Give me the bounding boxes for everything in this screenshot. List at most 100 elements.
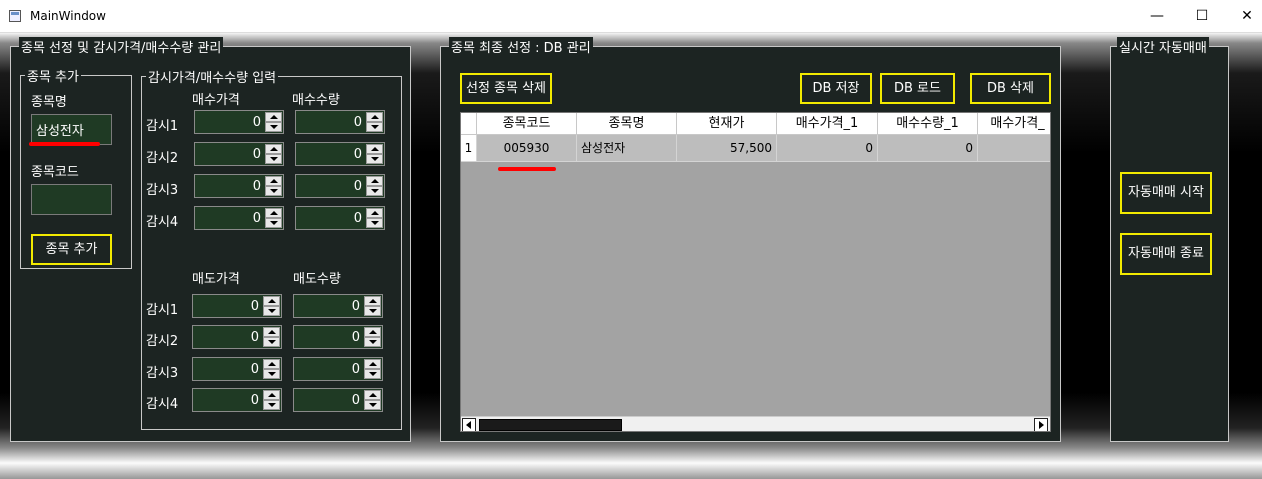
- db-load-button[interactable]: DB 로드: [880, 73, 955, 104]
- spin-up-icon[interactable]: [366, 176, 383, 186]
- cell-buy-price-1[interactable]: 0: [777, 135, 878, 162]
- buy-qty-spinbox[interactable]: 0: [295, 206, 385, 230]
- spin-down-icon[interactable]: [364, 306, 381, 316]
- spin-down-icon[interactable]: [265, 122, 282, 132]
- buy-price-spinbox[interactable]: 0: [194, 142, 284, 166]
- cell-code[interactable]: 005930: [477, 135, 577, 162]
- spinbox-value: 0: [353, 115, 362, 130]
- spin-up-icon[interactable]: [364, 359, 381, 369]
- table-header-buy-qty-1[interactable]: 매수수량_1: [878, 113, 978, 135]
- spin-down-icon[interactable]: [366, 122, 383, 132]
- spin-up-icon[interactable]: [265, 208, 282, 218]
- cell-name[interactable]: 삼성전자: [577, 135, 677, 162]
- spin-up-icon[interactable]: [364, 327, 381, 337]
- spin-up-icon[interactable]: [263, 390, 280, 400]
- cell-price[interactable]: 57,500: [677, 135, 777, 162]
- cell-buy-qty-1[interactable]: 0: [878, 135, 978, 162]
- row-index[interactable]: 1: [461, 135, 477, 162]
- spinbox-value: 0: [353, 179, 362, 194]
- spin-up-icon[interactable]: [265, 112, 282, 122]
- cell-buy-price-next[interactable]: [978, 135, 1050, 162]
- spin-down-icon[interactable]: [263, 337, 280, 347]
- delete-selected-stock-button[interactable]: 선정 종목 삭제: [460, 73, 552, 104]
- watch-label: 감시2: [146, 334, 179, 349]
- stock-name-label: 종목명: [31, 95, 67, 110]
- spin-down-icon[interactable]: [364, 337, 381, 347]
- price-qty-group-title: 감시가격/매수수량 입력: [146, 67, 279, 86]
- minimize-icon[interactable]: —: [1134, 0, 1180, 32]
- spinbox-value: 0: [351, 362, 360, 377]
- table-header-price[interactable]: 현재가: [677, 113, 777, 135]
- start-auto-trading-button[interactable]: 자동매매 시작: [1120, 172, 1212, 214]
- db-delete-button[interactable]: DB 삭제: [970, 73, 1051, 104]
- stock-management-group-title: 종목 선정 및 감시가격/매수수량 관리: [19, 37, 224, 56]
- buy-price-spinbox[interactable]: 0: [194, 174, 284, 198]
- spin-down-icon[interactable]: [366, 154, 383, 164]
- sell-qty-spinbox[interactable]: 0: [293, 388, 383, 412]
- stock-code-input[interactable]: [31, 184, 112, 215]
- spin-up-icon[interactable]: [265, 176, 282, 186]
- spin-up-icon[interactable]: [263, 327, 280, 337]
- buy-price-spinbox[interactable]: 0: [194, 206, 284, 230]
- scroll-thumb[interactable]: [479, 419, 622, 431]
- maximize-icon[interactable]: ☐: [1179, 0, 1225, 32]
- spinbox-value: 0: [351, 299, 360, 314]
- sell-qty-spinbox[interactable]: 0: [293, 357, 383, 381]
- spin-down-icon[interactable]: [263, 400, 280, 410]
- title-bar: MainWindow — ☐ ✕: [0, 0, 1262, 33]
- spin-up-icon[interactable]: [366, 144, 383, 154]
- spin-down-icon[interactable]: [265, 218, 282, 228]
- spin-up-icon[interactable]: [263, 359, 280, 369]
- spinbox-value: 0: [250, 330, 259, 345]
- spin-down-icon[interactable]: [366, 186, 383, 196]
- spinbox-value: 0: [252, 211, 261, 226]
- spin-up-icon[interactable]: [364, 390, 381, 400]
- buy-price-spinbox[interactable]: 0: [194, 110, 284, 134]
- buy-qty-spinbox[interactable]: 0: [295, 142, 385, 166]
- red-underline-mark: [498, 167, 556, 171]
- buy-qty-spinbox[interactable]: 0: [295, 110, 385, 134]
- spin-down-icon[interactable]: [265, 154, 282, 164]
- add-stock-group: 종목 추가 종목명 삼성전자 종목코드 종목 추가: [20, 66, 132, 269]
- spin-up-icon[interactable]: [263, 296, 280, 306]
- sell-price-spinbox[interactable]: 0: [192, 294, 282, 318]
- spin-down-icon[interactable]: [364, 369, 381, 379]
- sell-price-spinbox[interactable]: 0: [192, 325, 282, 349]
- stock-name-input[interactable]: 삼성전자: [31, 114, 112, 145]
- scroll-left-icon[interactable]: [462, 418, 476, 431]
- close-icon[interactable]: ✕: [1224, 0, 1262, 32]
- spinbox-value: 0: [252, 115, 261, 130]
- table-header-name[interactable]: 종목명: [577, 113, 677, 135]
- spin-up-icon[interactable]: [265, 144, 282, 154]
- sell-price-spinbox[interactable]: 0: [192, 388, 282, 412]
- table-corner[interactable]: [461, 113, 477, 135]
- watch-label: 감시2: [146, 151, 179, 166]
- sell-price-spinbox[interactable]: 0: [192, 357, 282, 381]
- spin-down-icon[interactable]: [364, 400, 381, 410]
- sell-price-header: 매도가격: [192, 272, 240, 287]
- watch-label: 감시4: [146, 215, 179, 230]
- sell-qty-spinbox[interactable]: 0: [293, 325, 383, 349]
- table-header-buy-price-next[interactable]: 매수가격_: [978, 113, 1050, 135]
- table-header-buy-price-1[interactable]: 매수가격_1: [777, 113, 878, 135]
- buy-qty-spinbox[interactable]: 0: [295, 174, 385, 198]
- db-save-button[interactable]: DB 저장: [800, 73, 872, 104]
- spin-up-icon[interactable]: [366, 208, 383, 218]
- add-stock-button[interactable]: 종목 추가: [31, 234, 112, 265]
- stock-table[interactable]: 종목코드 종목명 현재가 매수가격_1 매수수량_1 매수가격_ 1 00593…: [460, 112, 1051, 432]
- spinbox-value: 0: [250, 393, 259, 408]
- stock-management-group: 종목 선정 및 감시가격/매수수량 관리 종목 추가 종목명 삼성전자 종목코드…: [10, 37, 411, 442]
- spin-up-icon[interactable]: [366, 112, 383, 122]
- spin-down-icon[interactable]: [366, 218, 383, 228]
- spinbox-value: 0: [252, 179, 261, 194]
- spin-down-icon[interactable]: [265, 186, 282, 196]
- horizontal-scrollbar[interactable]: [461, 416, 1050, 431]
- spin-down-icon[interactable]: [263, 369, 280, 379]
- auto-trading-group-title: 실시간 자동매매: [1117, 37, 1209, 56]
- spin-down-icon[interactable]: [263, 306, 280, 316]
- stop-auto-trading-button[interactable]: 자동매매 종료: [1120, 233, 1212, 275]
- table-header-code[interactable]: 종목코드: [477, 113, 577, 135]
- sell-qty-spinbox[interactable]: 0: [293, 294, 383, 318]
- scroll-right-icon[interactable]: [1034, 418, 1048, 431]
- spin-up-icon[interactable]: [364, 296, 381, 306]
